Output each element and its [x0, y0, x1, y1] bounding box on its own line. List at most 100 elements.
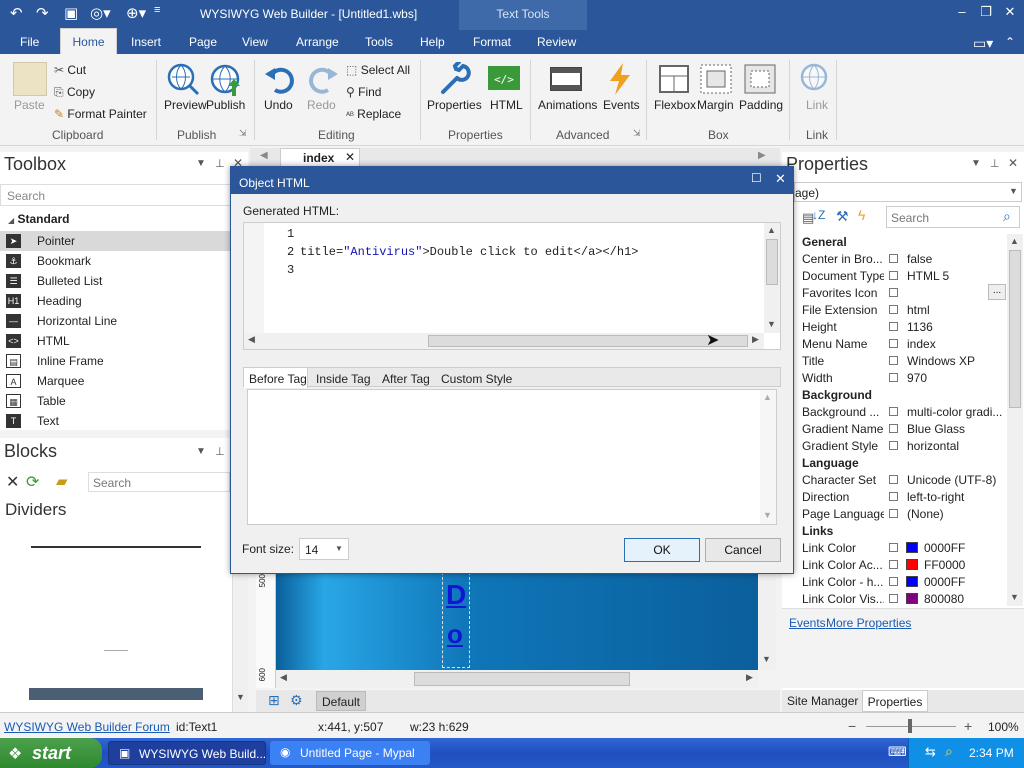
pin-icon[interactable]: ⊥ — [215, 157, 225, 170]
ok-button[interactable]: OK — [624, 538, 700, 562]
prop-category-background[interactable]: Background — [802, 388, 872, 402]
animations-button[interactable]: Animations — [538, 98, 597, 112]
prop-checkbox[interactable] — [889, 475, 898, 484]
prop-checkbox[interactable] — [889, 441, 898, 450]
prop-checkbox[interactable] — [889, 492, 898, 501]
page-settings-icon[interactable]: ⚙ — [290, 692, 303, 709]
undo-quick-icon[interactable]: ↶ — [10, 4, 23, 22]
canvas-hscroll-thumb[interactable] — [414, 672, 630, 686]
wrench-small-icon[interactable]: ⚒ — [836, 208, 849, 225]
toolbox-search-input[interactable]: Search — [0, 184, 232, 206]
prop-checkbox[interactable] — [889, 543, 898, 552]
code-line-2[interactable]: title="Antivirus">Double click to edit</… — [300, 245, 638, 259]
toolbox-item-bookmark[interactable]: ⚓ Bookmark — [0, 251, 232, 271]
add-page-icon[interactable]: ⊞ — [268, 692, 280, 709]
advanced-dialog-launcher-icon[interactable]: ⇲ — [633, 128, 641, 139]
color-swatch[interactable] — [906, 542, 918, 553]
divider-preview-small[interactable] — [104, 650, 128, 651]
prop-row-gradient-style[interactable]: Gradient Style horizontal — [800, 437, 1006, 454]
refresh-icon[interactable]: ⟳ — [26, 472, 39, 492]
publish-quick-icon[interactable]: ⊕▾ — [126, 4, 146, 22]
delete-block-icon[interactable]: ✕ — [6, 472, 19, 492]
prop-row-menu-name[interactable]: Menu Name index — [800, 335, 1006, 352]
minimize-button[interactable]: – — [950, 4, 974, 19]
divider-preview-bar[interactable] — [29, 688, 203, 700]
folder-icon[interactable]: ▰ — [56, 472, 68, 490]
collapse-ribbon-icon[interactable]: ⌃ — [1005, 35, 1015, 49]
blocks-search-input[interactable]: Search — [88, 472, 230, 492]
tab-after-tag[interactable]: After Tag — [382, 372, 430, 386]
clock[interactable]: 2:34 PM — [969, 746, 1014, 760]
close-window-button[interactable]: ✕ — [998, 4, 1022, 20]
padding-button[interactable]: Padding — [739, 98, 783, 112]
tray-search-icon[interactable]: ⌕ — [945, 743, 953, 760]
tab-review[interactable]: Review — [537, 35, 576, 49]
tab-arrange[interactable]: Arrange — [296, 35, 339, 49]
forum-link[interactable]: WYSIWYG Web Builder Forum — [4, 720, 170, 734]
editor-vscrollbar[interactable]: ▲ ▼ — [764, 223, 780, 333]
prop-row-link-color[interactable]: Link Color 0000FF — [800, 539, 1006, 556]
prop-row-page-language[interactable]: Page Language (None) — [800, 505, 1006, 522]
margin-button[interactable]: Margin — [697, 98, 734, 112]
page-canvas[interactable]: D o — [276, 572, 758, 670]
toolbox-item-marquee[interactable]: A Marquee — [0, 371, 232, 391]
prop-row-link-color-hover[interactable]: Link Color - h... 0000FF — [800, 573, 1006, 590]
taskbar-item-mypal[interactable]: ◉ Untitled Page - Mypal — [270, 741, 430, 765]
scroll-left-icon[interactable]: ◀ — [260, 150, 268, 161]
toolbox-item-heading[interactable]: H1 Heading — [0, 291, 232, 311]
zoom-slider-thumb[interactable] — [908, 719, 912, 733]
prop-checkbox[interactable] — [889, 509, 898, 518]
prop-category-language[interactable]: Language — [802, 456, 859, 470]
taskbar-item-webbuilder[interactable]: ▣ WYSIWYG Web Build... — [108, 741, 266, 765]
layout-options-icon[interactable]: ▭▾ — [973, 35, 993, 52]
prop-row-title[interactable]: Title Windows XP — [800, 352, 1006, 369]
editor-hscroll-thumb[interactable] — [428, 335, 748, 347]
properties-search-input[interactable]: Search ⌕ — [886, 206, 1020, 228]
toolbox-item-horizontal-line[interactable]: — Horizontal Line — [0, 311, 232, 331]
replace-button[interactable]: ᴬᴮ Replace — [346, 107, 401, 121]
prop-row-center[interactable]: Center in Bro... false — [800, 250, 1006, 267]
keyboard-icon[interactable]: ⌨ — [888, 744, 907, 760]
redo-button[interactable]: Redo — [307, 98, 336, 112]
tab-custom-style[interactable]: Custom Style — [441, 372, 512, 386]
prop-checkbox[interactable] — [889, 594, 898, 603]
prop-row-direction[interactable]: Direction left-to-right — [800, 488, 1006, 505]
prop-checkbox[interactable] — [889, 254, 898, 263]
prop-row-height[interactable]: Height 1136 — [800, 318, 1006, 335]
divider-preview-line[interactable] — [31, 546, 201, 548]
object-selector-dropdown[interactable]: age) ▼ — [794, 182, 1022, 202]
prop-row-file-extension[interactable]: File Extension html — [800, 301, 1006, 318]
canvas-vscrollbar[interactable]: ▼ — [758, 570, 776, 670]
before-tag-scrollbar[interactable]: ▲ ▼ — [760, 390, 776, 524]
cut-button[interactable]: ✂ Cut — [54, 63, 86, 77]
prop-row-document-type[interactable]: Document Type HTML 5 — [800, 267, 1006, 284]
browse-button[interactable]: ... — [988, 284, 1006, 300]
format-painter-button[interactable]: ✎ Format Painter — [54, 107, 147, 121]
sort-alpha-icon[interactable]: ↓Z — [812, 208, 825, 222]
prop-row-favorites-icon[interactable]: Favorites Icon... — [800, 284, 1006, 301]
cancel-button[interactable]: Cancel — [705, 538, 781, 562]
prop-row-link-color-active[interactable]: Link Color Ac... FF0000 — [800, 556, 1006, 573]
tab-properties-panel[interactable]: Properties — [862, 690, 928, 712]
events-lightning-icon[interactable]: ϟ — [858, 207, 865, 223]
prop-checkbox[interactable] — [889, 305, 898, 314]
prop-checkbox[interactable] — [889, 339, 898, 348]
document-tab-index[interactable]: index ✕ — [280, 148, 360, 166]
tab-view[interactable]: View — [242, 35, 268, 49]
selected-text-object[interactable]: D o — [442, 572, 470, 668]
prop-checkbox[interactable] — [889, 560, 898, 569]
prop-checkbox[interactable] — [889, 407, 898, 416]
undo-button[interactable]: Undo — [264, 98, 293, 112]
pin-icon[interactable]: ⊥ — [990, 157, 1000, 170]
toolbox-item-table[interactable]: ▦ Table — [0, 391, 232, 411]
properties-button[interactable]: Properties — [427, 98, 482, 112]
properties-scroll-thumb[interactable] — [1009, 250, 1021, 408]
editor-hscrollbar[interactable]: ◀ ▶ — [244, 333, 764, 349]
color-swatch[interactable] — [906, 559, 918, 570]
link-button[interactable]: Link — [806, 98, 828, 112]
start-button[interactable]: ❖ start — [0, 738, 102, 768]
canvas-hscrollbar[interactable]: ◀ ▶ — [276, 670, 758, 688]
tab-file[interactable]: File — [20, 35, 39, 49]
preview-button[interactable]: Preview — [164, 98, 207, 112]
publish-dialog-launcher-icon[interactable]: ⇲ — [239, 128, 247, 139]
